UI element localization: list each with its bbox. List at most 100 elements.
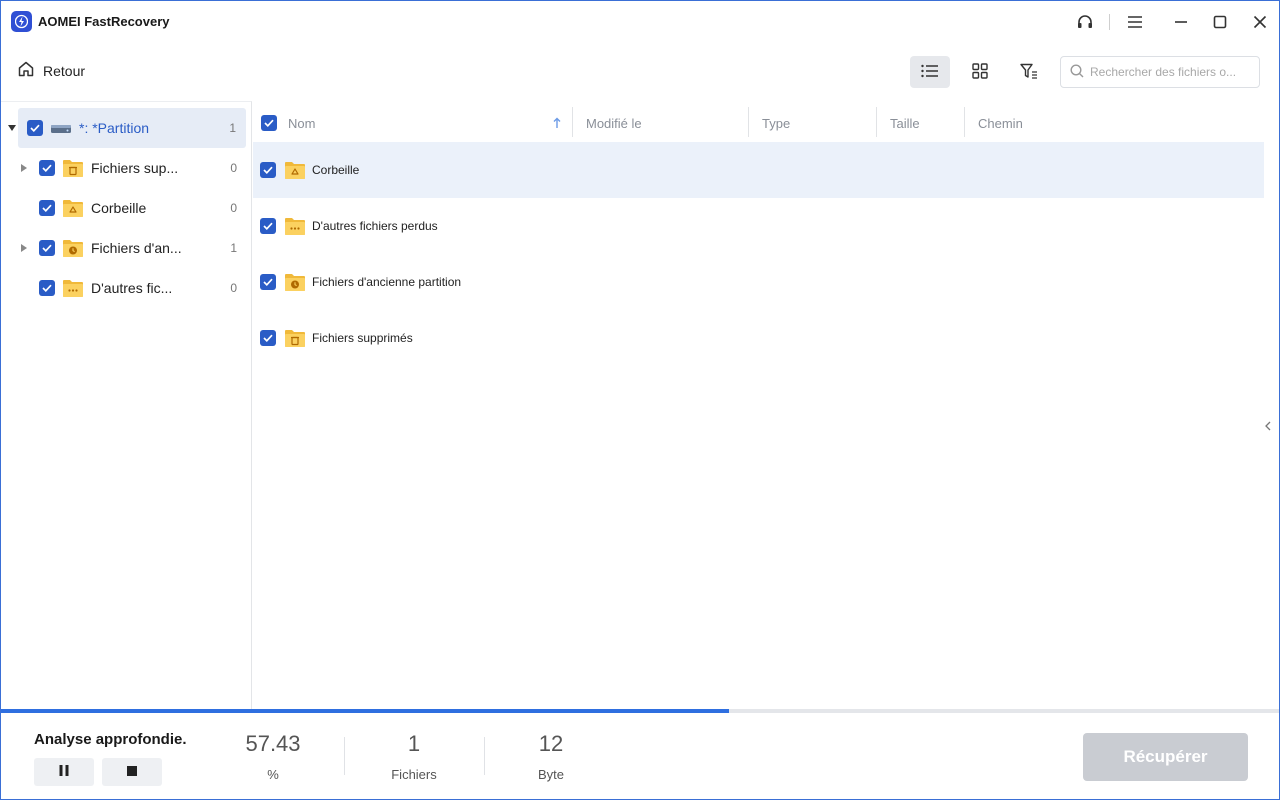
column-label: Nom xyxy=(288,115,316,131)
pause-icon xyxy=(58,764,70,780)
stat-divider xyxy=(484,737,485,775)
checkbox[interactable] xyxy=(39,280,55,296)
stat-files: 1 Fichiers xyxy=(364,731,464,782)
select-all-checkbox[interactable] xyxy=(261,115,277,131)
tree-item-count: 0 xyxy=(230,281,237,295)
table-row[interactable]: Fichiers d'ancienne partition xyxy=(253,254,1264,310)
column-header-size[interactable]: Taille xyxy=(890,105,920,141)
table-header: Nom Modifié le Type Taille Chemin xyxy=(253,105,1264,141)
recycle-folder-icon xyxy=(62,198,84,221)
file-table: Nom Modifié le Type Taille Chemin Corbei… xyxy=(253,101,1279,709)
column-label: Taille xyxy=(890,115,920,131)
checkbox[interactable] xyxy=(39,240,55,256)
status-panel: Analyse approfondie. 57.43 % 1 Fichiers … xyxy=(1,713,1279,799)
grid-icon xyxy=(972,62,988,82)
size-value: 12 xyxy=(538,731,564,756)
column-label: Modifié le xyxy=(586,115,642,131)
search-box[interactable] xyxy=(1060,56,1260,88)
title-bar: AOMEI FastRecovery xyxy=(1,1,1279,43)
row-name: Fichiers d'ancienne partition xyxy=(312,275,462,289)
chevron-left-icon[interactable] xyxy=(1263,419,1273,433)
search-input[interactable] xyxy=(1090,65,1258,79)
stat-size: 12 Byte xyxy=(501,731,601,782)
table-row[interactable]: Fichiers supprimés xyxy=(253,310,1264,366)
files-count-unit: Fichiers xyxy=(391,767,437,782)
search-icon xyxy=(1070,63,1084,81)
table-row[interactable]: Corbeille xyxy=(253,142,1264,198)
column-header-type[interactable]: Type xyxy=(762,105,790,141)
back-button[interactable]: Retour xyxy=(17,60,85,81)
tree-item-label: Fichiers d'an... xyxy=(91,240,182,256)
row-checkbox[interactable] xyxy=(260,162,276,178)
titlebar-divider xyxy=(1109,14,1110,30)
list-icon xyxy=(921,64,939,81)
expand-arrow-icon[interactable] xyxy=(19,243,29,253)
tree-item-count: 0 xyxy=(230,161,237,175)
recover-button[interactable]: Récupérer xyxy=(1083,733,1248,781)
list-view-button[interactable] xyxy=(910,56,950,88)
column-label: Chemin xyxy=(978,115,1023,131)
tree-item-partition[interactable]: *: *Partition 1 xyxy=(18,108,246,148)
size-unit: Byte xyxy=(537,767,564,782)
headset-icon[interactable] xyxy=(1074,11,1096,33)
close-icon[interactable] xyxy=(1249,11,1271,33)
stat-progress: 57.43 % xyxy=(223,731,323,782)
row-checkbox[interactable] xyxy=(260,218,276,234)
folder-tree: *: *Partition 1 Fichiers sup... 0 Corbei… xyxy=(1,101,252,709)
tree-item-other-lost-files[interactable]: D'autres fic... 0 xyxy=(1,268,251,308)
checkbox[interactable] xyxy=(39,200,55,216)
stop-icon xyxy=(126,764,138,780)
clock-folder-icon xyxy=(284,272,306,292)
home-icon xyxy=(17,60,35,81)
tree-item-deleted-files[interactable]: Fichiers sup... 0 xyxy=(1,148,251,188)
back-label: Retour xyxy=(43,62,86,79)
pause-button[interactable] xyxy=(34,758,94,786)
tree-item-label: Fichiers sup... xyxy=(91,160,179,176)
column-divider[interactable] xyxy=(876,107,877,137)
tree-item-count: 0 xyxy=(230,201,237,215)
row-name: Fichiers supprimés xyxy=(312,331,413,345)
expand-arrow-icon[interactable] xyxy=(19,163,29,173)
row-checkbox[interactable] xyxy=(260,330,276,346)
stat-divider xyxy=(344,737,345,775)
tree-item-recycle-bin[interactable]: Corbeille 0 xyxy=(1,188,251,228)
filter-icon xyxy=(1020,63,1038,82)
dots-folder-icon xyxy=(284,216,306,236)
grid-view-button[interactable] xyxy=(960,56,1000,88)
drive-icon xyxy=(50,122,72,138)
row-checkbox[interactable] xyxy=(260,274,276,290)
column-header-name[interactable]: Nom xyxy=(288,105,315,141)
column-divider[interactable] xyxy=(748,107,749,137)
recycle-folder-icon xyxy=(284,160,306,180)
toolbar: Retour xyxy=(1,43,1279,101)
tree-item-label: Corbeille xyxy=(91,200,147,216)
column-header-path[interactable]: Chemin xyxy=(978,105,1023,141)
files-count-value: 1 xyxy=(407,731,421,756)
app-window: AOMEI FastRecovery Retour Rechercher des… xyxy=(0,0,1280,800)
tree-item-label: *: *Partition xyxy=(79,120,150,136)
clock-folder-icon xyxy=(62,238,84,261)
column-divider[interactable] xyxy=(572,107,573,137)
column-header-modified[interactable]: Modifié le xyxy=(586,105,642,141)
column-label: Type xyxy=(762,115,791,131)
checkbox[interactable] xyxy=(27,120,43,136)
progress-percent-unit: % xyxy=(267,767,279,782)
minimize-icon[interactable] xyxy=(1170,11,1192,33)
tree-item-label: D'autres fic... xyxy=(91,280,173,296)
column-divider[interactable] xyxy=(964,107,965,137)
checkbox[interactable] xyxy=(39,160,55,176)
stop-button[interactable] xyxy=(102,758,162,786)
tree-item-old-partition[interactable]: Fichiers d'an... 1 xyxy=(1,228,251,268)
sort-ascending-icon[interactable] xyxy=(553,116,561,132)
scan-status-title: Analyse approfondie. xyxy=(34,731,187,748)
filter-button[interactable] xyxy=(1009,56,1049,88)
row-name: D'autres fichiers perdus xyxy=(312,219,438,233)
tree-item-count: 1 xyxy=(230,241,237,255)
progress-percent-value: 57.43 xyxy=(245,731,301,756)
menu-icon[interactable] xyxy=(1124,11,1146,33)
maximize-icon[interactable] xyxy=(1209,11,1231,33)
app-title: AOMEI FastRecovery xyxy=(38,14,170,29)
row-name: Corbeille xyxy=(312,163,360,177)
collapse-arrow-icon[interactable] xyxy=(7,123,17,133)
table-row[interactable]: D'autres fichiers perdus xyxy=(253,198,1264,254)
